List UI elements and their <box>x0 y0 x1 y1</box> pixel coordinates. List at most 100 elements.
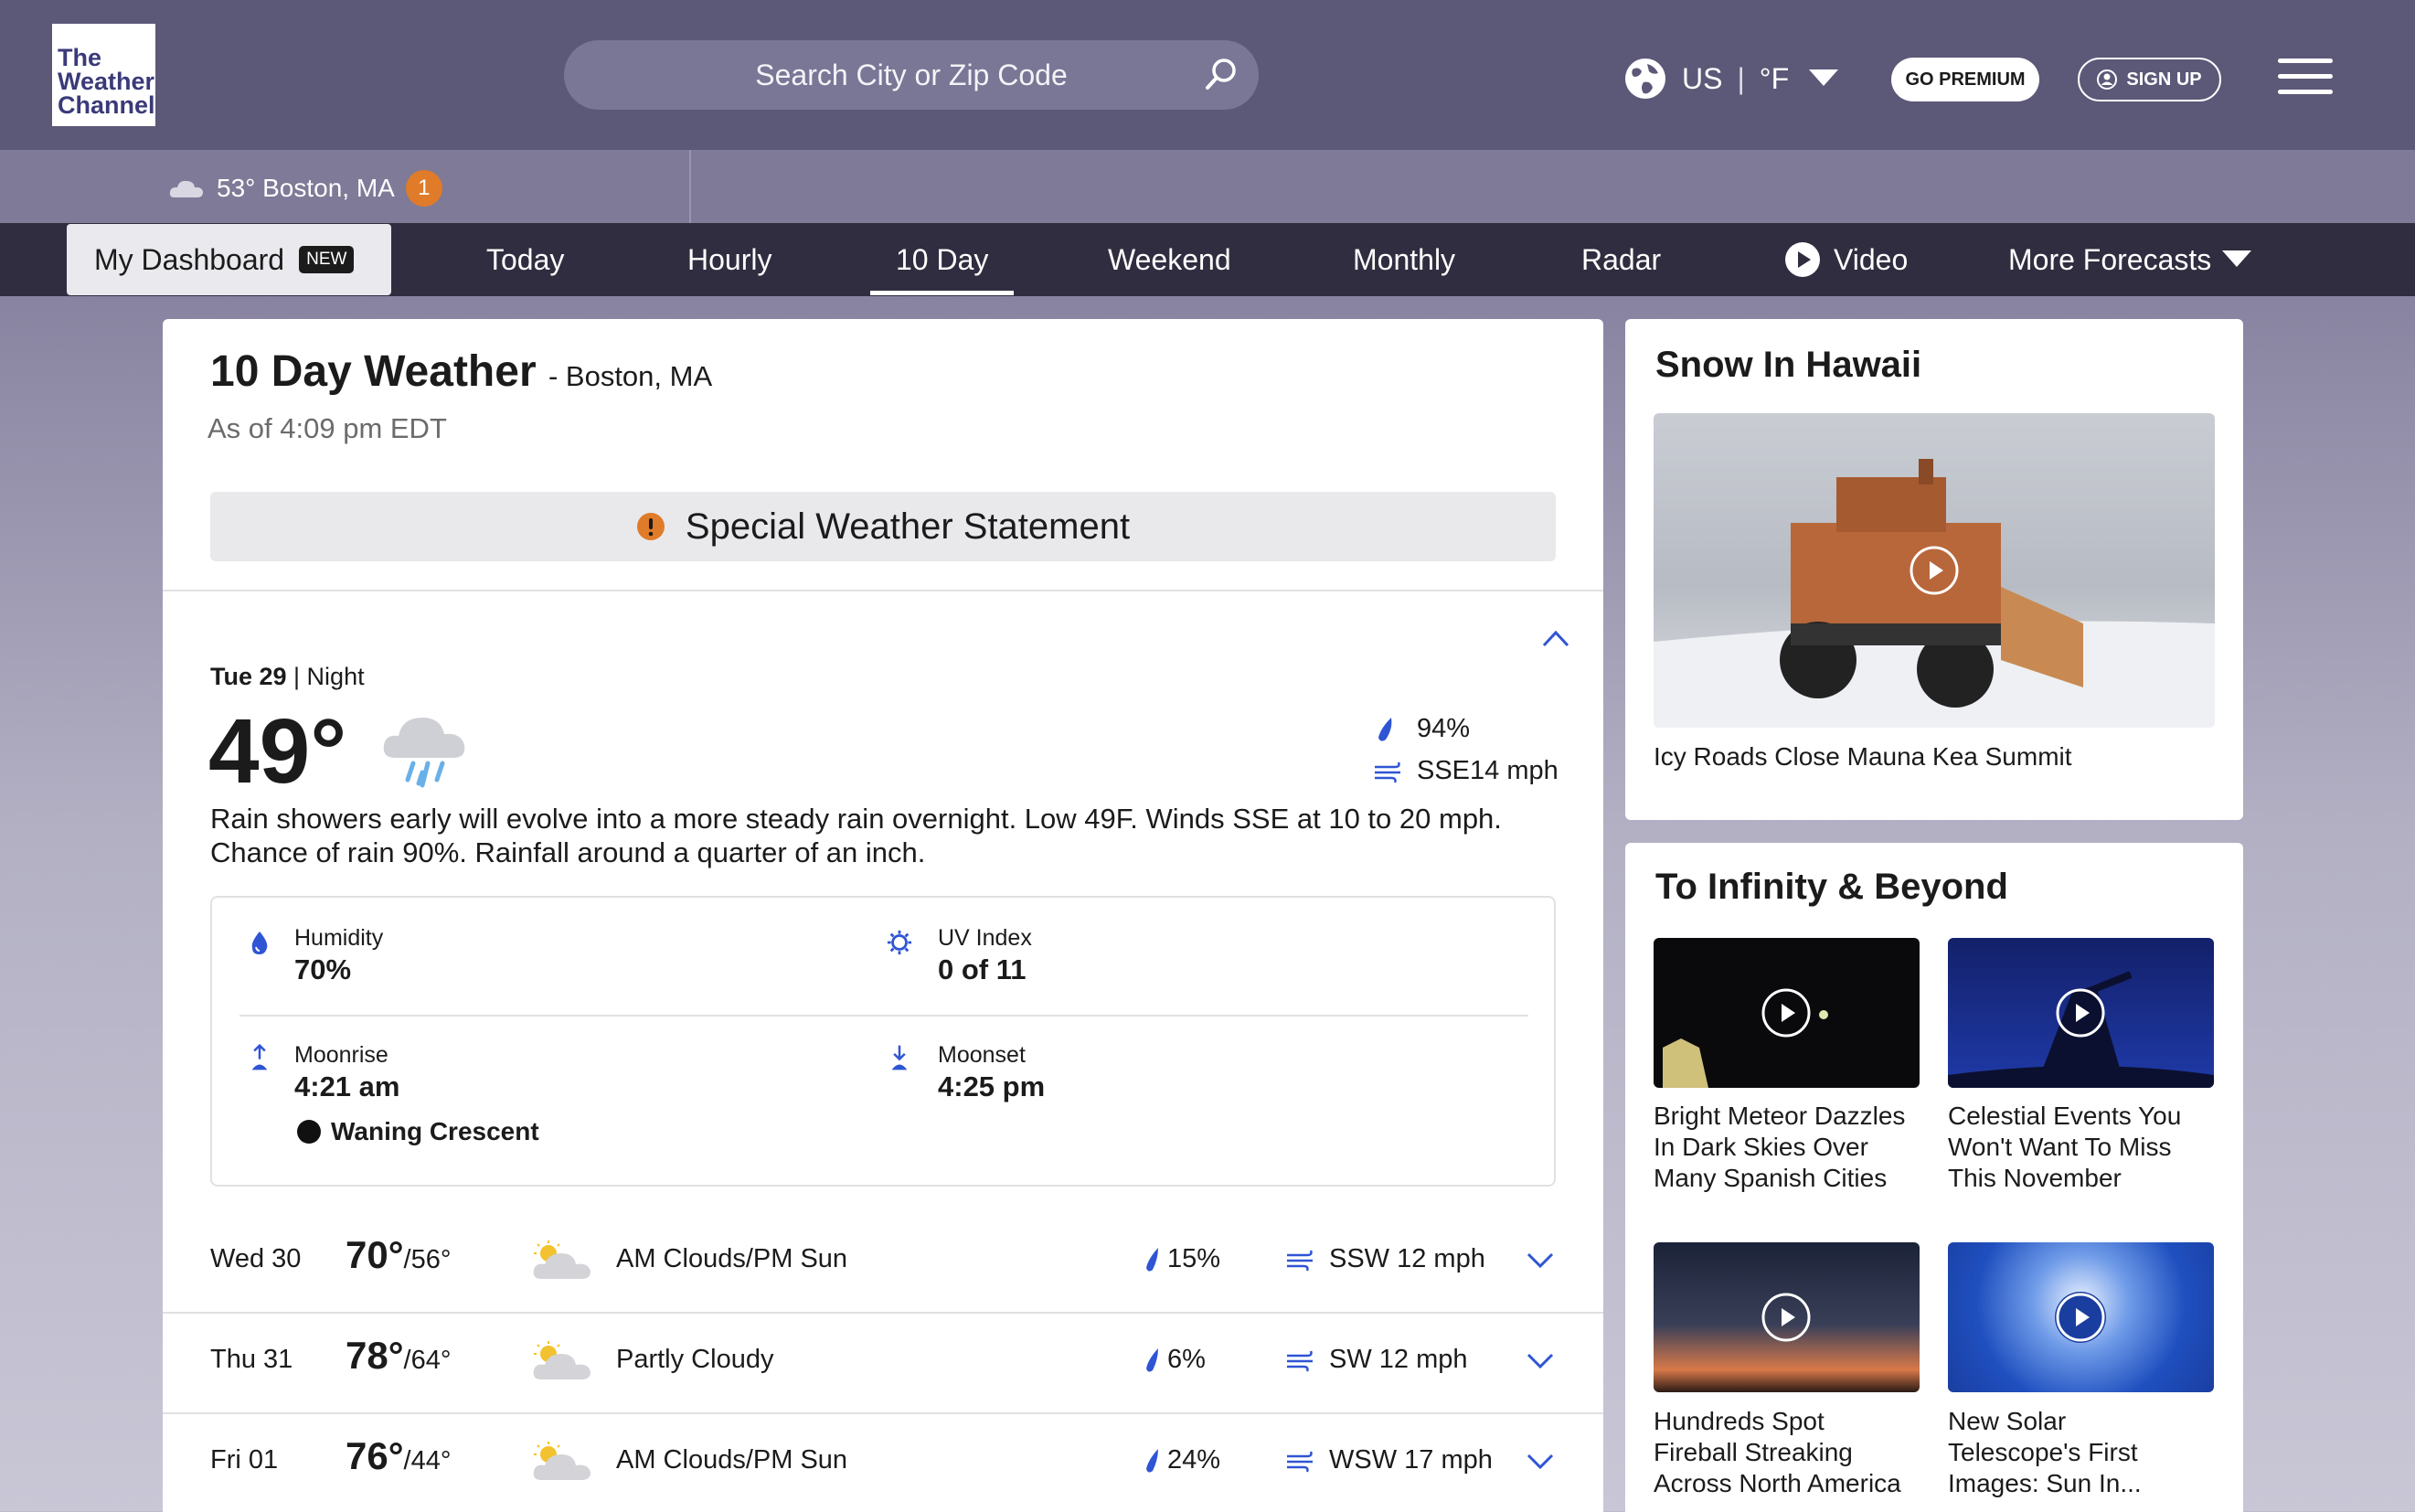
video-thumbnail[interactable] <box>1654 1242 1920 1392</box>
moonrise-icon <box>251 1044 268 1070</box>
wind-value: SW 12 mph <box>1329 1345 1468 1374</box>
chevron-down-icon[interactable] <box>1527 1352 1554 1370</box>
precip-chance: 94% <box>1373 714 1470 744</box>
ten-day-card: 10 Day Weather - Boston, MA As of 4:09 p… <box>163 319 1603 1512</box>
current-period-label: Tue 29 | Night <box>210 663 365 691</box>
row-condition: AM Clouds/PM Sun <box>616 1244 848 1273</box>
play-icon[interactable] <box>2055 987 2106 1038</box>
partly-cloudy-icon <box>533 1341 590 1379</box>
tab-weekend[interactable]: Weekend <box>1108 223 1231 296</box>
weather-channel-logo[interactable]: The Weather Channel <box>52 24 155 126</box>
moonrise-label: Moonrise <box>294 1042 388 1068</box>
precip-value: 6% <box>1167 1345 1206 1374</box>
row-wind: SSW 12 mph <box>1285 1244 1485 1274</box>
day-row[interactable]: Fri 01 76°/44° AM Clouds/PM Sun 24% WSW … <box>163 1414 1603 1512</box>
globe-icon <box>1625 59 1665 99</box>
caption-line: Fireball Streaking <box>1654 1438 1853 1466</box>
video-thumbnail[interactable] <box>1654 938 1920 1088</box>
play-icon[interactable] <box>1761 1292 1812 1343</box>
alert-count-badge[interactable]: 1 <box>405 170 442 207</box>
locale-selector[interactable]: US | °F <box>1623 57 1839 101</box>
chevron-down-icon[interactable] <box>1809 69 1839 88</box>
tab-monthly[interactable]: Monthly <box>1353 223 1455 296</box>
divider <box>689 150 691 223</box>
caption-line: Many Spanish Cities <box>1654 1164 1888 1192</box>
play-icon[interactable] <box>1761 987 1812 1038</box>
wind-info: SSE14 mph <box>1373 756 1559 786</box>
day-row[interactable]: Thu 31 78°/64° Partly Cloudy 6% SW 12 mp… <box>163 1314 1603 1412</box>
uv-index-icon <box>887 930 912 955</box>
chevron-down-icon[interactable] <box>1527 1453 1554 1471</box>
wind-value: SSE14 mph <box>1417 756 1559 785</box>
unit-label: °F <box>1759 61 1790 95</box>
row-condition: AM Clouds/PM Sun <box>616 1445 848 1475</box>
moonset-label: Moonset <box>938 1042 1026 1068</box>
tab-my-dashboard[interactable]: My Dashboard NEW <box>67 224 391 295</box>
active-tab-indicator <box>870 291 1014 295</box>
precip-value: 94% <box>1417 714 1471 743</box>
video-caption[interactable]: New Solar Telescope's First Images: Sun … <box>1948 1406 2142 1499</box>
sign-up-button[interactable]: SIGN UP <box>2078 58 2221 101</box>
moonset-icon <box>891 1045 908 1070</box>
divider <box>239 1015 1528 1017</box>
recent-location[interactable]: 53° Boston, MA 1 <box>169 170 442 207</box>
moonrise-cell: Moonrise 4:21 am <box>294 1042 399 1103</box>
forecast-narrative: Rain showers early will evolve into a mo… <box>210 803 1502 868</box>
region-label: US <box>1682 61 1723 95</box>
moon-phase: Waning Crescent <box>296 1117 539 1146</box>
search-bar[interactable] <box>564 40 1259 110</box>
tab-10-day[interactable]: 10 Day <box>896 223 988 296</box>
video-caption[interactable]: Icy Roads Close Mauna Kea Summit <box>1654 741 2072 772</box>
wind-icon <box>1287 1451 1313 1472</box>
go-premium-button[interactable]: GO PREMIUM <box>1891 58 2039 101</box>
caption-line: In Dark Skies Over <box>1654 1133 1868 1161</box>
play-icon[interactable] <box>2055 1292 2106 1343</box>
recent-temp: 53° <box>217 174 256 202</box>
tab-label: Video <box>1834 242 1909 276</box>
video-thumbnail[interactable] <box>1654 413 2215 728</box>
video-thumbnail[interactable] <box>1948 938 2214 1088</box>
period-name: | Night <box>293 663 365 690</box>
uv-value: 0 of 11 <box>938 953 1027 985</box>
day-row[interactable]: Wed 30 70°/56° AM Clouds/PM Sun 15% SSW … <box>163 1213 1603 1312</box>
row-wind: SW 12 mph <box>1285 1345 1468 1375</box>
caption-line: Celestial Events You <box>1948 1102 2182 1130</box>
weather-alert-button[interactable]: Special Weather Statement <box>210 492 1556 561</box>
divider <box>163 590 1603 591</box>
chevron-down-icon[interactable] <box>1527 1251 1554 1270</box>
wind-value: SSW 12 mph <box>1329 1244 1485 1273</box>
hamburger-menu-icon[interactable] <box>2278 59 2333 95</box>
period-day: Tue 29 <box>210 663 287 690</box>
video-caption[interactable]: Celestial Events You Won't Want To Miss … <box>1948 1101 2181 1194</box>
card-title: To Infinity & Beyond <box>1655 867 2008 907</box>
caption-line: Across North America <box>1654 1469 1901 1497</box>
tab-today[interactable]: Today <box>486 223 564 296</box>
rain-icon <box>383 718 465 788</box>
video-caption[interactable]: Bright Meteor Dazzles In Dark Skies Over… <box>1654 1101 1905 1194</box>
wind-icon <box>1287 1350 1313 1371</box>
caption-line: This November <box>1948 1164 2122 1192</box>
row-temps: 76°/44° <box>346 1434 451 1478</box>
row-temps: 70°/56° <box>346 1233 451 1277</box>
tab-hourly[interactable]: Hourly <box>687 223 771 296</box>
chevron-up-icon[interactable] <box>1541 628 1570 648</box>
tab-video[interactable]: Video <box>1784 223 1908 296</box>
title-location: - Boston, MA <box>548 360 713 392</box>
timestamp: As of 4:09 pm EDT <box>207 412 447 444</box>
new-badge: NEW <box>299 246 355 273</box>
video-caption[interactable]: Hundreds Spot Fireball Streaking Across … <box>1654 1406 1901 1499</box>
forecast-nav: My Dashboard NEW Today Hourly 10 Day Wee… <box>0 223 2415 296</box>
moonrise-value: 4:21 am <box>294 1070 400 1102</box>
tab-label: My Dashboard <box>94 242 285 276</box>
tab-radar[interactable]: Radar <box>1581 223 1661 296</box>
alert-icon <box>636 513 665 540</box>
humidity-label: Humidity <box>294 925 384 951</box>
play-icon[interactable] <box>1909 545 1960 596</box>
search-input[interactable] <box>655 58 1167 92</box>
search-icon[interactable] <box>1200 55 1240 95</box>
logo-line: Weather <box>58 68 155 95</box>
tab-more-forecasts[interactable]: More Forecasts <box>2008 223 2252 296</box>
video-thumbnail[interactable] <box>1948 1242 2214 1392</box>
recent-locations-bar: 53° Boston, MA 1 <box>0 150 2415 223</box>
card-title: Snow In Hawaii <box>1655 345 1922 385</box>
